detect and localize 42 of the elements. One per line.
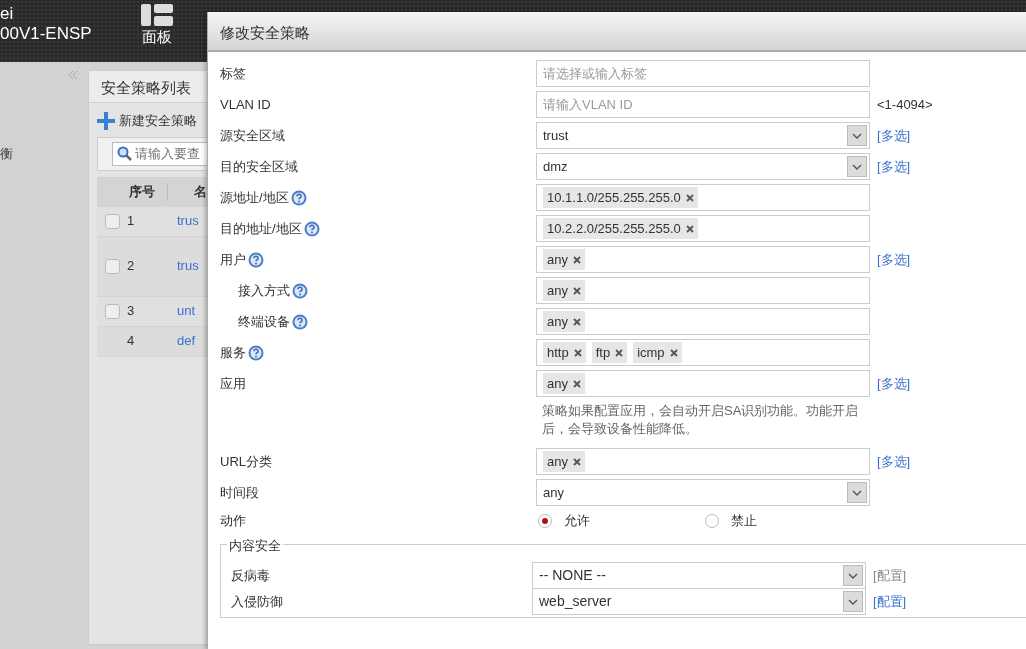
- select-value: any: [543, 483, 564, 502]
- field-label: 应用: [220, 374, 246, 393]
- row-number: 2: [127, 257, 136, 276]
- column-header: 名: [194, 182, 207, 201]
- field-label: 接入方式: [238, 281, 290, 300]
- select-value: web_server: [539, 592, 612, 611]
- field-label: 源地址/地区: [220, 188, 289, 207]
- field-label: 动作: [220, 512, 246, 531]
- note-text: 策略如果配置应用，会自动开启SA识别功能。功能开启后，会导致设备性能降低。: [542, 402, 860, 438]
- field-label: 反病毒: [231, 566, 271, 585]
- tag-label: any: [547, 374, 568, 393]
- tag-label: 10.1.1.0/255.255.255.0: [547, 188, 681, 207]
- field-label: 服务: [220, 343, 246, 362]
- brand-text: 00V1-ENSP: [0, 24, 93, 44]
- field-label: URL分类: [220, 452, 272, 471]
- radio-label: 允许: [564, 512, 590, 531]
- tag-label: icmp: [637, 343, 665, 362]
- config-link: [配置]: [873, 566, 907, 585]
- tag-label: http: [547, 343, 569, 362]
- select-value: dmz: [543, 157, 568, 176]
- brand-text: ei: [0, 4, 15, 24]
- tag-label: any: [547, 452, 568, 471]
- fieldset-legend: 内容安全: [227, 538, 283, 554]
- row-number: 3: [127, 302, 136, 321]
- field-label: 终端设备: [238, 312, 290, 331]
- select-value: -- NONE --: [539, 566, 606, 585]
- field-label: 入侵防御: [231, 592, 284, 611]
- range-hint: <1-4094>: [877, 95, 933, 114]
- column-header: 序号: [129, 182, 155, 201]
- tag-label: ftp: [595, 343, 611, 362]
- tag-label: any: [547, 250, 568, 269]
- field-label: 目的地址/地区: [220, 219, 302, 238]
- tag-label: any: [547, 281, 568, 300]
- row-number: 4: [127, 332, 136, 351]
- tag-label: any: [547, 312, 568, 331]
- radio-label: 禁止: [731, 512, 757, 531]
- tag-label: 10.2.2.0/255.255.255.0: [547, 219, 681, 238]
- dialog-title: 修改安全策略: [208, 12, 1026, 52]
- select-value: trust: [543, 126, 569, 145]
- row-number: 1: [127, 212, 136, 231]
- field-label: 用户: [220, 250, 246, 269]
- field-label: 时间段: [220, 483, 259, 502]
